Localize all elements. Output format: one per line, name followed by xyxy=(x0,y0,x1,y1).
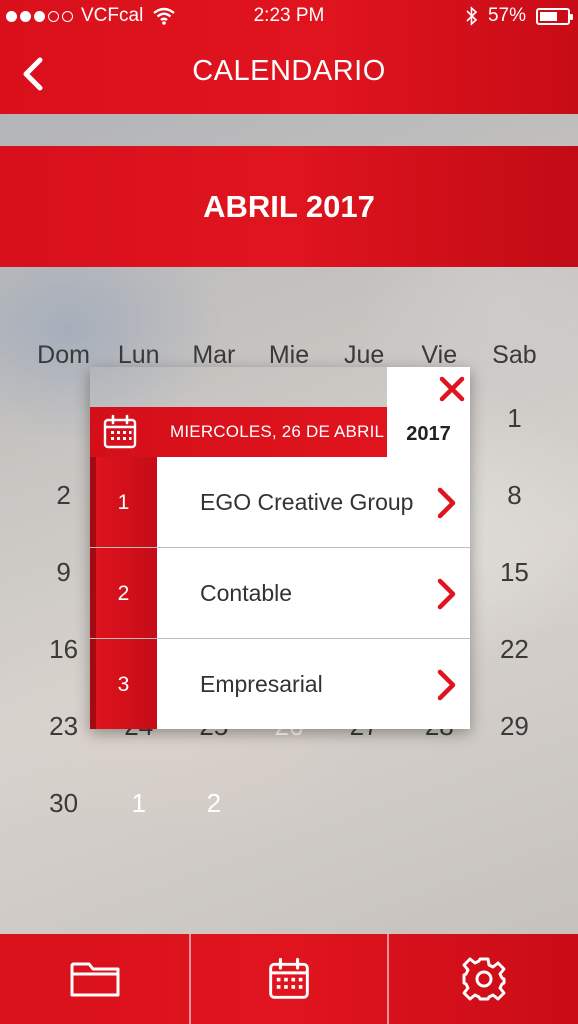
tab-documents[interactable] xyxy=(0,934,189,1024)
event-name: EGO Creative Group xyxy=(200,489,414,515)
close-icon[interactable] xyxy=(438,375,466,403)
popup-date: MIERCOLES, 26 DE ABRIL xyxy=(170,422,385,441)
event-number: 1 xyxy=(90,457,157,547)
event-name: Contable xyxy=(200,580,293,606)
tab-calendar[interactable] xyxy=(191,934,387,1024)
month-banner: ABRIL 2017 xyxy=(0,146,578,267)
calendar-day[interactable]: 2 xyxy=(176,765,251,842)
list-item[interactable]: 1 EGO Creative Group xyxy=(90,457,470,548)
calendar-day[interactable]: 1 xyxy=(101,765,176,842)
event-number: 2 xyxy=(90,548,157,638)
status-bar: VCFcal 2:23 PM 57% xyxy=(0,0,578,32)
tab-settings[interactable] xyxy=(389,934,578,1024)
month-title: ABRIL 2017 xyxy=(203,189,375,224)
popup-header: MIERCOLES, 26 DE ABRIL 2017 xyxy=(90,407,470,457)
calendar-icon xyxy=(103,414,137,449)
app-header: VCFcal 2:23 PM 57% CALENDARIO xyxy=(0,0,578,114)
calendar-day[interactable]: 29 xyxy=(477,688,552,765)
chevron-right-icon xyxy=(437,669,456,701)
list-item[interactable]: 2 Contable xyxy=(90,548,470,639)
calendar-day xyxy=(251,765,326,842)
calendar-day xyxy=(327,765,402,842)
day-events-popup: MIERCOLES, 26 DE ABRIL 2017 1 EGO Creati… xyxy=(90,367,470,729)
calendar-day[interactable]: 15 xyxy=(477,534,552,611)
popup-year: 2017 xyxy=(406,423,451,445)
bluetooth-icon xyxy=(466,6,478,26)
folder-icon xyxy=(70,962,119,997)
chevron-right-icon xyxy=(437,487,456,519)
gear-icon xyxy=(462,957,505,1001)
event-number: 3 xyxy=(90,639,157,729)
calendar-day[interactable]: 8 xyxy=(477,457,552,534)
calendar-day[interactable]: 22 xyxy=(477,611,552,688)
calendar-day xyxy=(402,765,477,842)
event-list: 1 EGO Creative Group 2 Contable 3 Empres… xyxy=(90,457,470,729)
page-title: CALENDARIO xyxy=(192,55,386,87)
calendar-day xyxy=(477,765,552,842)
battery-percent: 57% xyxy=(487,5,526,26)
battery-icon xyxy=(536,7,573,25)
list-item[interactable]: 3 Empresarial xyxy=(90,639,470,729)
calendar-day[interactable]: 30 xyxy=(26,765,101,842)
weekday-label: Sab xyxy=(492,341,537,369)
event-name: Empresarial xyxy=(200,671,323,697)
calendar-week: 30 1 2 xyxy=(26,765,552,842)
calendar-icon xyxy=(269,957,309,999)
chevron-right-icon xyxy=(437,578,456,610)
bottom-tab-bar xyxy=(0,934,578,1024)
calendar-day[interactable]: 1 xyxy=(477,380,552,457)
